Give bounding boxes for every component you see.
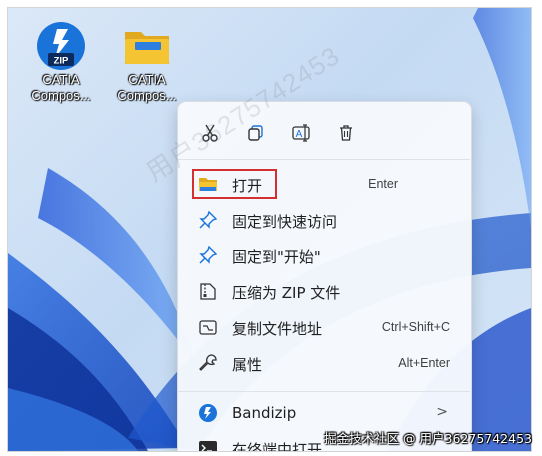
menu-item-shortcut: Alt+Enter <box>398 356 450 370</box>
desktop-icon-zip[interactable]: ZIP CATIA Compos... <box>18 20 104 104</box>
menu-item-shortcut: Ctrl+Shift+C <box>381 320 450 334</box>
wrench-icon <box>199 354 217 371</box>
zip-archive-icon <box>200 283 216 300</box>
menu-item-label: 固定到快速访问 <box>232 213 338 231</box>
menu-separator <box>178 391 470 392</box>
menu-item-properties[interactable]: 属性 Alt+Enter <box>188 346 462 380</box>
desktop-icon-label: CATIA <box>128 72 166 87</box>
copy-path-icon <box>199 320 217 335</box>
folder-icon <box>199 178 217 191</box>
submenu-arrow-icon: > <box>436 404 448 420</box>
delete-icon <box>340 125 352 141</box>
menu-item-label: 在终端中打开 <box>232 441 323 452</box>
menu-separator <box>178 159 470 160</box>
menu-item-label: 固定到"开始" <box>232 248 321 266</box>
menu-item-label: 压缩为 ZIP 文件 <box>232 284 341 302</box>
menu-item-compress-zip[interactable]: 压缩为 ZIP 文件 <box>188 274 462 308</box>
rename-icon: A <box>292 124 310 142</box>
pin-start-icon <box>199 245 218 264</box>
folder-icon <box>121 20 173 72</box>
svg-text:A: A <box>296 129 303 140</box>
desktop-icon-sublabel: Compos... <box>31 88 91 103</box>
menu-item-pin-quick-access[interactable]: 固定到快速访问 <box>188 203 462 237</box>
menu-item-label: Bandizip <box>232 404 297 422</box>
menu-item-copy-path[interactable]: 复制文件地址 Ctrl+Shift+C <box>188 310 462 344</box>
cut-button[interactable] <box>193 116 227 150</box>
menu-item-pin-start[interactable]: 固定到"开始" <box>188 238 462 272</box>
copy-button[interactable] <box>239 116 273 150</box>
pin-icon <box>199 210 218 229</box>
context-menu: A 打开 Enter 固定到快速访问 固定到"开始" 压缩为 ZIP 文件 复制… <box>177 101 472 452</box>
zip-icon: ZIP <box>35 20 87 72</box>
menu-item-open[interactable]: 打开 Enter <box>188 167 462 201</box>
menu-item-label: 属性 <box>232 356 263 374</box>
zip-badge-text: ZIP <box>54 56 69 67</box>
desktop-icon-sublabel: Compos... <box>117 88 177 103</box>
bandizip-icon <box>199 404 217 422</box>
cut-icon <box>202 124 218 142</box>
menu-item-label: 打开 <box>232 177 263 195</box>
desktop-icon-label: CATIA <box>42 72 80 87</box>
desktop-frame: ZIP CATIA Compos... CATIA Compos... A 打开… <box>7 7 532 452</box>
desktop-icon-folder[interactable]: CATIA Compos... <box>104 20 190 104</box>
menu-item-label: 复制文件地址 <box>232 320 323 338</box>
menu-item-shortcut: Enter <box>368 177 398 191</box>
context-menu-toolbar: A <box>178 116 471 156</box>
delete-button[interactable] <box>329 116 363 150</box>
terminal-icon <box>199 441 217 451</box>
credit-text: 掘金技术社区 @ 用户36275742453 <box>324 431 532 446</box>
menu-item-bandizip[interactable]: Bandizip > <box>188 396 462 430</box>
rename-button[interactable]: A <box>284 116 318 150</box>
copy-icon <box>248 125 263 141</box>
